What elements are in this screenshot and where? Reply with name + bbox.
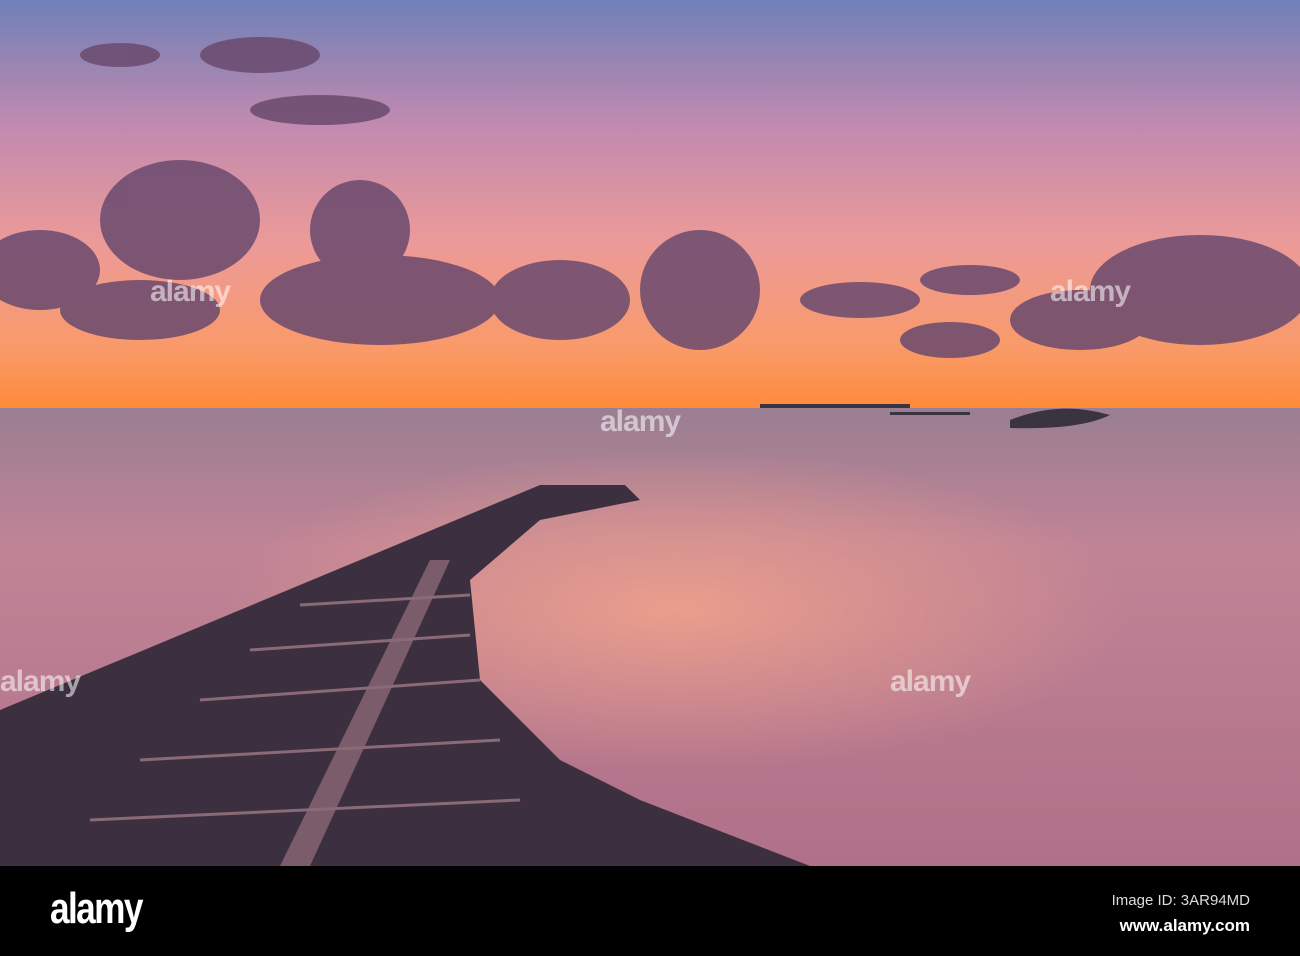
alamy-logo: alamy xyxy=(50,884,143,933)
watermark: alamy xyxy=(1050,275,1131,308)
watermark: alamy xyxy=(0,665,81,698)
watermark: alamy xyxy=(890,665,971,698)
footer-bar: alamy Image ID: 3AR94MD www.alamy.com xyxy=(0,866,1300,956)
site-url: www.alamy.com xyxy=(1119,916,1250,935)
watermark: alamy xyxy=(600,405,681,438)
watermark: alamy xyxy=(150,275,231,308)
stock-photo-frame: alamy alamy alamy alamy alamy alamy Imag… xyxy=(0,0,1300,956)
image-id: Image ID: 3AR94MD xyxy=(1111,892,1250,909)
